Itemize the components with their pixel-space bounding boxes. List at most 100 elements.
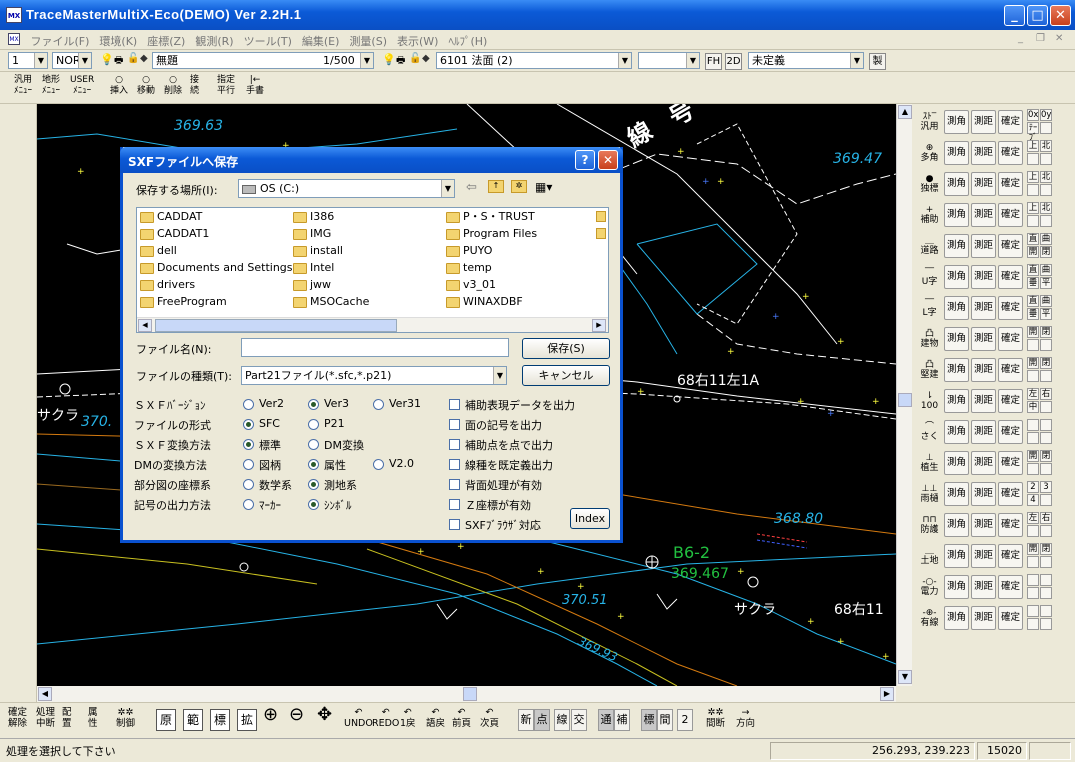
palette-button[interactable]: 測距 <box>971 575 996 599</box>
palette-mini-button[interactable]: 曲 <box>1040 264 1052 276</box>
option-checkbox[interactable] <box>449 479 460 490</box>
palette-tool[interactable]: + 補助 <box>916 201 943 229</box>
palette-button[interactable]: 測距 <box>971 110 996 134</box>
option-radio-label[interactable]: V2.0 <box>389 457 414 470</box>
palette-mini-button[interactable]: 北 <box>1040 202 1052 214</box>
palette-mini-button[interactable] <box>1040 122 1052 134</box>
maximize-button[interactable]: □ <box>1027 5 1048 26</box>
toolbar-button[interactable]: ○ 移動 <box>137 75 155 97</box>
diamond-icon[interactable]: ◆ <box>140 53 148 64</box>
help-icon[interactable]: ? <box>575 150 595 170</box>
history-button[interactable]: ↶ UNDO <box>344 707 373 729</box>
palette-button[interactable]: 確定 <box>998 234 1023 258</box>
menu-item[interactable]: 編集(E) <box>297 30 345 52</box>
option-checkbox[interactable] <box>449 459 460 470</box>
toolbar-button[interactable]: ○ 挿入 <box>110 75 128 97</box>
bottom-button[interactable]: 処理 中断 <box>36 707 55 729</box>
history-button[interactable]: ↶ 1戻 <box>400 707 416 729</box>
toolbar-button[interactable]: ○ 削除 <box>164 75 182 97</box>
option-radio[interactable] <box>243 459 254 470</box>
palette-mini-button[interactable]: 垂 <box>1027 277 1039 289</box>
option-checkbox-label[interactable]: 面の記号を出力 <box>465 417 542 433</box>
option-checkbox[interactable] <box>449 439 460 450</box>
option-radio-label[interactable]: 標準 <box>259 437 281 453</box>
palette-button[interactable]: 測角 <box>944 575 969 599</box>
palette-button[interactable]: 確定 <box>998 389 1023 413</box>
palette-mini-button[interactable]: 上 <box>1027 171 1039 183</box>
palette-mini-button[interactable]: 垂 <box>1027 308 1039 320</box>
palette-button[interactable]: 測距 <box>971 234 996 258</box>
option-checkbox[interactable] <box>449 419 460 430</box>
palette-mini-button[interactable] <box>1040 605 1052 617</box>
index-button[interactable]: Index <box>570 508 610 529</box>
fh-button[interactable]: FH <box>705 53 722 70</box>
lock-icon[interactable]: 🔓 <box>127 53 139 64</box>
palette-mini-button[interactable]: 4 <box>1027 494 1039 506</box>
folder-item[interactable]: Program Files <box>445 226 537 242</box>
snap-mode-button[interactable]: 交 <box>571 709 587 731</box>
scroll-right-icon[interactable]: ▶ <box>880 687 894 701</box>
snap-mode-button[interactable]: 間 <box>657 709 673 731</box>
palette-mini-button[interactable] <box>1027 463 1039 475</box>
palette-mini-button[interactable] <box>1040 215 1052 227</box>
folder-item[interactable]: CADDAT <box>139 209 202 225</box>
menu-item[interactable]: ファイル(F) <box>26 30 95 52</box>
file-list-hscrollbar[interactable]: ◀ ▶ <box>137 317 608 332</box>
menu-item[interactable]: 座標(Z) <box>142 30 190 52</box>
palette-mini-button[interactable]: 左 <box>1027 388 1039 400</box>
location-select[interactable]: OS (C:) ▼ <box>238 179 455 198</box>
mode-select[interactable]: NOR ▼ <box>52 52 92 69</box>
palette-mini-button[interactable] <box>1027 184 1039 196</box>
palette-mini-button[interactable] <box>1040 463 1052 475</box>
folder-item[interactable]: WINAXDBF <box>445 294 523 310</box>
palette-button[interactable]: 測距 <box>971 389 996 413</box>
history-button[interactable]: ↶ 前頁 <box>452 707 471 729</box>
palette-mini-button[interactable]: 上 <box>1027 140 1039 152</box>
palette-mini-button[interactable] <box>1040 494 1052 506</box>
palette-tool[interactable]: 凸建物 <box>916 325 943 353</box>
folder-item[interactable]: CADDAT1 <box>139 226 209 242</box>
folder-item[interactable]: IMG <box>292 226 331 242</box>
palette-button[interactable]: 測角 <box>944 110 969 134</box>
menu-item[interactable]: 測量(S) <box>344 30 392 52</box>
palette-tool[interactable]: ⊥ 植生 <box>916 449 943 477</box>
palette-button[interactable]: 測角 <box>944 203 969 227</box>
menu-item[interactable]: 環境(K) <box>94 30 142 52</box>
palette-button[interactable]: 測角 <box>944 296 969 320</box>
folder-item[interactable]: P・S・TRUST <box>445 209 535 225</box>
palette-mini-button[interactable] <box>1040 525 1052 537</box>
palette-mini-button[interactable]: ﾃｰﾌﾞ <box>1027 122 1039 143</box>
diamond-icon-2[interactable]: ◆ <box>422 53 430 64</box>
palette-button[interactable]: 測角 <box>944 420 969 444</box>
palette-mini-button[interactable]: 0y <box>1040 109 1052 121</box>
palette-mini-button[interactable]: 直 <box>1027 295 1039 307</box>
option-checkbox-label[interactable]: 線種を既定義出力 <box>465 457 553 473</box>
snap-mode-button[interactable]: 補 <box>614 709 630 731</box>
bottom-button[interactable]: 属性 <box>88 707 98 729</box>
palette-button[interactable]: 測距 <box>971 296 996 320</box>
option-radio[interactable] <box>243 439 254 450</box>
palette-button[interactable]: 測距 <box>971 358 996 382</box>
palette-button[interactable]: 測距 <box>971 544 996 568</box>
palette-mini-button[interactable]: 0x <box>1027 109 1039 121</box>
palette-mini-button[interactable] <box>1027 339 1039 351</box>
palette-mini-button[interactable] <box>1027 574 1039 586</box>
scroll-left-icon[interactable]: ◀ <box>138 319 152 332</box>
printer-icon-2[interactable]: 🖶 <box>396 53 405 70</box>
bottom-button[interactable]: 配置 <box>62 707 72 729</box>
history-button[interactable]: ↶ REDO <box>372 707 399 729</box>
palette-button[interactable]: 測距 <box>971 141 996 165</box>
option-checkbox[interactable] <box>449 519 460 530</box>
palette-mini-button[interactable] <box>1027 605 1039 617</box>
option-radio[interactable] <box>243 419 254 430</box>
folder-item[interactable]: Intel <box>292 260 334 276</box>
snap-mode-button[interactable]: 線 <box>554 709 570 731</box>
toolbar-button[interactable]: 指定 平行 <box>217 75 235 97</box>
palette-mini-button[interactable]: 閉 <box>1040 246 1052 258</box>
option-radio[interactable] <box>243 499 254 510</box>
option-radio[interactable] <box>308 499 319 510</box>
scroll-right-icon[interactable]: ▶ <box>592 319 606 332</box>
menu-item[interactable]: 表示(W) <box>392 30 443 52</box>
palette-mini-button[interactable]: 開 <box>1027 543 1039 555</box>
palette-button[interactable]: 確定 <box>998 575 1023 599</box>
